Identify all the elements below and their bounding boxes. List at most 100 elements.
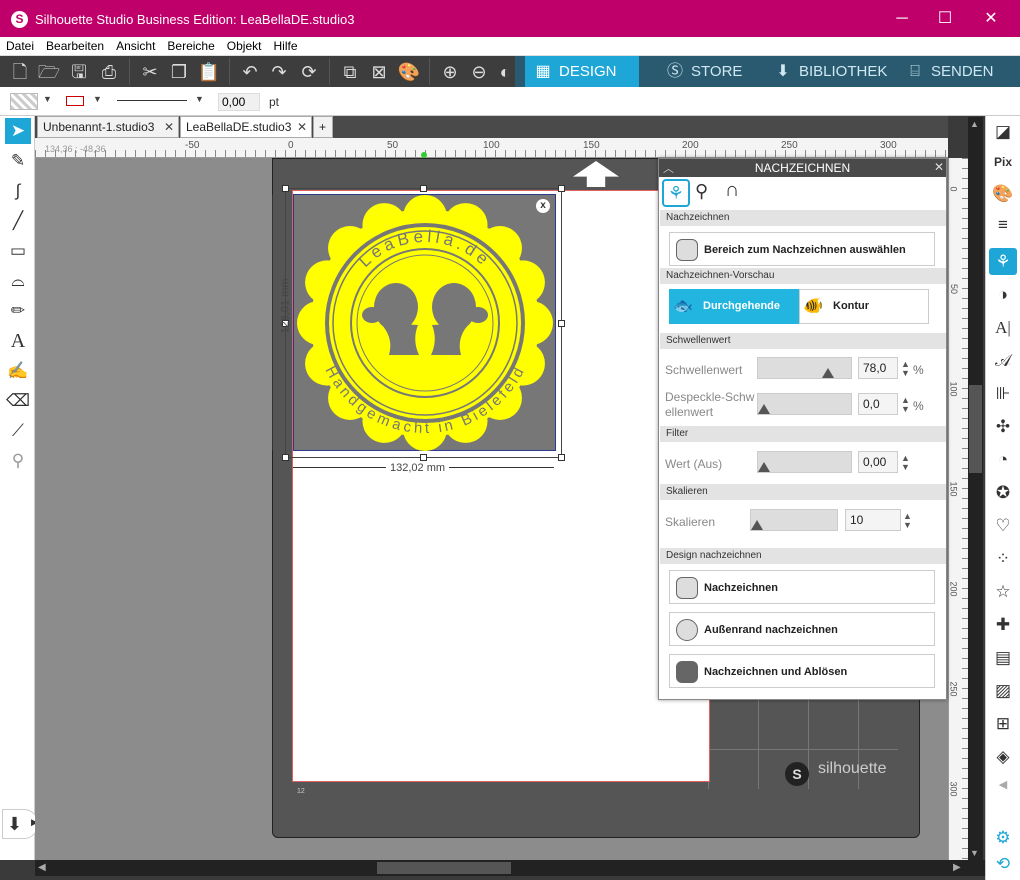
scroll-left-icon[interactable]: ◀	[38, 862, 46, 873]
spinner-arrows-icon[interactable]: ▲ ▼	[901, 360, 910, 378]
flexi-icon[interactable]: ◈	[989, 743, 1017, 770]
close-tab-icon[interactable]: ✕	[164, 117, 174, 137]
scale-slider[interactable]	[750, 509, 838, 531]
cut-icon[interactable]: ✂	[138, 60, 162, 84]
pixscan-icon[interactable]: Pix	[989, 149, 1017, 176]
trace-and-detach-button[interactable]: Nachzeichnen und Ablösen	[669, 654, 935, 688]
tab-store[interactable]: Ⓢ STORE	[657, 56, 777, 87]
scale-value-input[interactable]: 10	[845, 509, 901, 531]
minimize-button[interactable]: ─	[887, 8, 917, 30]
preview-contour-button[interactable]: 🐠 Kontur	[799, 289, 929, 324]
align-icon[interactable]: ⊪	[989, 380, 1017, 407]
filter-value-input[interactable]: 0,00	[858, 451, 898, 473]
pencil-tool-icon[interactable]: ✏	[5, 298, 31, 324]
menu-datei[interactable]: Datei	[0, 37, 40, 53]
polygon-tool-icon[interactable]: ⌓	[5, 268, 31, 294]
slider-thumb[interactable]	[758, 404, 770, 414]
tab-send[interactable]: ⌸ SENDEN	[897, 56, 1020, 87]
slider-thumb[interactable]	[758, 462, 770, 472]
new-file-icon[interactable]: 🗋	[8, 60, 32, 84]
line-style-preview[interactable]	[117, 100, 187, 101]
copy-icon[interactable]: ❐	[167, 60, 191, 84]
menu-bereiche[interactable]: Bereiche	[161, 37, 220, 53]
undo-icon[interactable]: ↶	[238, 60, 262, 84]
text-style-icon[interactable]: A|	[989, 314, 1017, 341]
save-icon[interactable]: 🖫	[67, 60, 91, 84]
resize-handle-sw[interactable]	[282, 454, 289, 461]
resize-handle-s[interactable]	[420, 454, 427, 461]
tab-library[interactable]: ⬇ BIBLIOTHEK	[765, 56, 895, 87]
replicate-icon[interactable]: ✣	[989, 413, 1017, 440]
eyedropper-tool-icon[interactable]: ⚲	[5, 448, 31, 474]
trace-outer-edge-button[interactable]: Außenrand nachzeichnen	[669, 612, 935, 646]
spinner-arrows-icon[interactable]: ▲ ▼	[903, 512, 912, 530]
scroll-up-icon[interactable]: ▲	[970, 119, 979, 129]
rectangle-tool-icon[interactable]: ▭	[5, 238, 31, 264]
menu-ansicht[interactable]: Ansicht	[110, 37, 161, 53]
chevron-down-icon[interactable]: ▼	[195, 94, 204, 104]
spinner-arrows-icon[interactable]: ▲ ▼	[901, 454, 910, 472]
rhinestone-icon[interactable]: ⁘	[989, 545, 1017, 572]
page-setup-icon[interactable]: ◪	[989, 118, 1017, 145]
sync-icon[interactable]: ⟲	[989, 850, 1017, 877]
chevron-down-icon[interactable]: ▼	[93, 94, 102, 104]
menu-objekt[interactable]: Objekt	[221, 37, 268, 53]
resize-handle-n[interactable]	[420, 185, 427, 192]
sketch-tool-icon[interactable]: ✍	[5, 358, 31, 384]
select-trace-area-button[interactable]: Bereich zum Nachzeichnen auswählen	[669, 232, 935, 266]
trace-panel-icon[interactable]: ⚘	[989, 248, 1017, 275]
paste-icon[interactable]: 📋	[197, 60, 221, 84]
line-width-input[interactable]: 0,00	[218, 93, 260, 111]
tab-unbenannt[interactable]: Unbenannt-1.studio3 ✕	[37, 116, 179, 138]
trace-button[interactable]: Nachzeichnen	[669, 570, 935, 604]
fill-color-swatch[interactable]	[10, 93, 38, 110]
library-drawer-button[interactable]: ⬇▶	[2, 809, 38, 839]
spinner-arrows-icon[interactable]: ▲ ▼	[901, 396, 910, 414]
redraw-icon[interactable]: ⟳	[297, 60, 321, 84]
despeckle-slider[interactable]	[757, 393, 852, 415]
nesting-icon[interactable]: ⊞	[989, 710, 1017, 737]
line-color-swatch[interactable]	[66, 96, 84, 106]
trace-tab-icon[interactable]: ⚘	[662, 179, 690, 207]
scroll-right-icon[interactable]: ▶	[953, 862, 961, 873]
line-style-icon[interactable]: ≡	[989, 211, 1017, 238]
menu-bearbeiten[interactable]: Bearbeiten	[40, 37, 110, 53]
horizontal-scroll-thumb[interactable]	[377, 862, 511, 874]
select-tool-icon[interactable]: ➤	[5, 118, 31, 144]
preview-fill-button[interactable]: 🐟Durchgehende Füll	[669, 289, 799, 347]
star-shape-icon[interactable]: ☆	[989, 578, 1017, 605]
knockout-icon[interactable]: ♡	[989, 512, 1017, 539]
menu-hilfe[interactable]: Hilfe	[267, 37, 303, 53]
modify-icon[interactable]: ◔	[989, 446, 1017, 473]
pixscan-eyedropper-icon[interactable]: ⚲	[695, 181, 708, 202]
filter-slider[interactable]	[757, 451, 852, 473]
resize-handle-se[interactable]	[558, 454, 565, 461]
threshold-value-input[interactable]: 78,0	[858, 357, 898, 379]
rotate-handle[interactable]	[421, 152, 427, 158]
line-tool-icon[interactable]: ╱	[5, 208, 31, 234]
chevron-left-icon[interactable]: ◀	[989, 772, 1017, 799]
close-panel-icon[interactable]: ✕	[934, 160, 944, 174]
add-tab-button[interactable]: +	[313, 116, 333, 138]
close-tab-icon[interactable]: ✕	[297, 117, 307, 137]
layers-icon[interactable]: ▤	[989, 644, 1017, 671]
puzzle-icon[interactable]: ✚	[989, 611, 1017, 638]
fill-panel-icon[interactable]: 🎨	[397, 60, 421, 84]
sketch-fill-icon[interactable]: ▨	[989, 677, 1017, 704]
zoom-fit-icon[interactable]: ◐	[495, 60, 515, 84]
knife-tool-icon[interactable]: ⟋	[5, 418, 31, 444]
threshold-slider[interactable]	[757, 357, 852, 379]
zoom-out-icon[interactable]: ⊖	[467, 60, 491, 84]
zoom-in-icon[interactable]: ⊕	[438, 60, 462, 84]
fill-palette-icon[interactable]: 🎨	[989, 180, 1017, 207]
resize-handle-ne[interactable]	[558, 185, 565, 192]
vertical-scroll-thumb[interactable]	[969, 385, 982, 473]
maximize-button[interactable]: ☐	[930, 8, 960, 30]
group-icon[interactable]: ⧉	[338, 60, 362, 84]
open-folder-icon[interactable]: 🗁	[37, 60, 61, 84]
offset-icon[interactable]: ✪	[989, 479, 1017, 506]
print-icon[interactable]: ⎙	[97, 60, 121, 84]
point-edit-icon[interactable]: ✎	[5, 148, 31, 174]
slider-thumb[interactable]	[751, 520, 763, 530]
resize-handle-nw[interactable]	[282, 185, 289, 192]
